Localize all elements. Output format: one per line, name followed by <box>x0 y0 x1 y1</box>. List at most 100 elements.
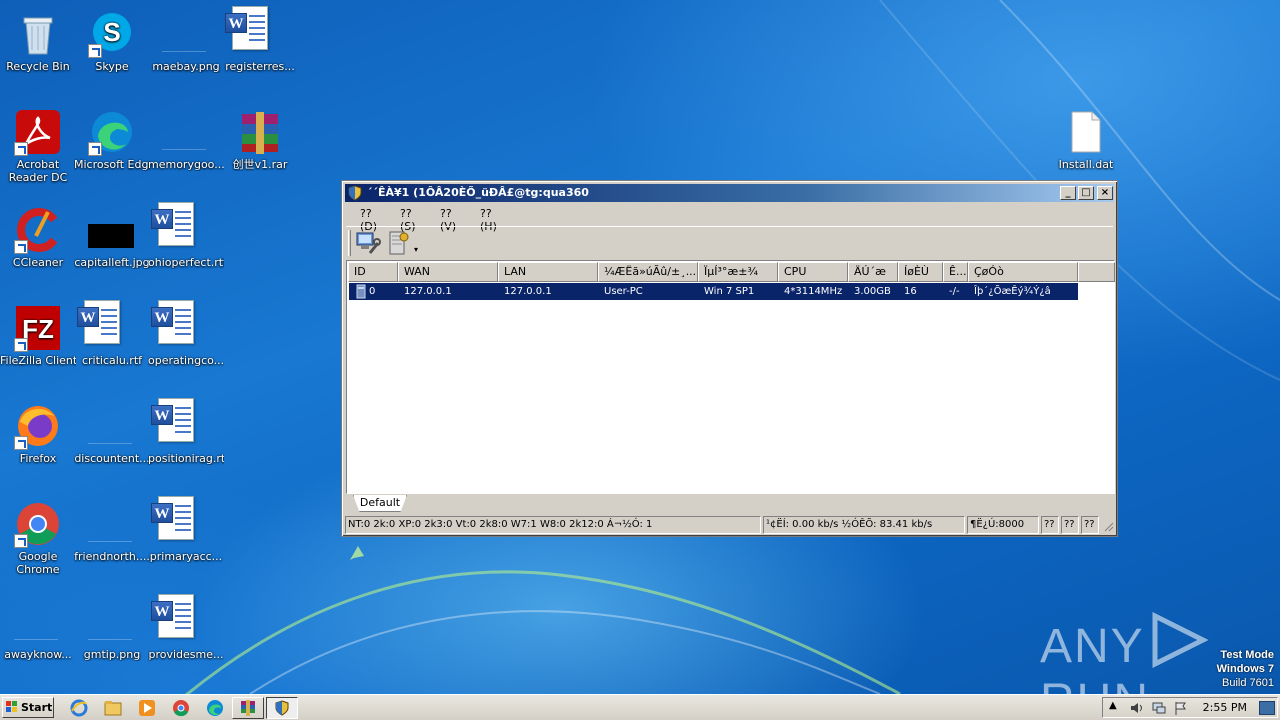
server-key-icon[interactable] <box>384 229 412 257</box>
desktop-icon-ccleaner[interactable]: CCleaner <box>0 200 76 284</box>
tab-default[interactable]: Default <box>353 495 407 512</box>
desktop-icon-awayknow[interactable]: awayknow... <box>0 592 76 676</box>
cell-memory: 3.00GB <box>854 286 891 297</box>
desktop-icon-label: capitalleft.jpg <box>74 256 150 269</box>
media-player-icon[interactable] <box>138 699 156 717</box>
desktop-icon-label: Skype <box>95 60 129 73</box>
recycle-bin-icon <box>23 17 53 55</box>
clock[interactable]: 2:55 PM <box>1203 701 1247 714</box>
word-document-icon: W <box>151 594 194 638</box>
minimize-button[interactable]: _ <box>1060 186 1076 200</box>
column-header-net[interactable]: ÍøÈÙ <box>898 262 943 282</box>
desktop-icon-discountent[interactable]: discountent... <box>74 396 150 480</box>
network-icon[interactable] <box>1151 700 1167 716</box>
desktop-icon-label: criticalu.rtf <box>81 354 143 367</box>
desktop-icon-firefox[interactable]: Firefox <box>0 396 76 480</box>
desktop-icon-positionirag[interactable]: W positionirag.rtf <box>148 396 224 480</box>
status-extra-2: ?? <box>1061 516 1079 534</box>
desktop-icon-skype[interactable]: S Skype <box>74 4 150 88</box>
desktop-icon-label: 创世v1.rar <box>232 158 288 171</box>
desktop-icon-label: CCleaner <box>12 256 64 269</box>
resize-grip-icon[interactable] <box>1102 520 1114 532</box>
start-button[interactable]: Start <box>2 697 54 718</box>
desktop-icon-providesme[interactable]: W providesme... <box>148 592 224 676</box>
maximize-button[interactable]: □ <box>1078 186 1094 200</box>
show-hidden-icons-icon[interactable]: ▲ <box>1109 700 1117 711</box>
desktop-icon-label: Google Chrome <box>16 550 60 576</box>
desktop-icon-criticalu[interactable]: W criticalu.rtf <box>74 298 150 382</box>
computer-settings-icon[interactable] <box>354 229 382 257</box>
word-document-icon: W <box>77 300 120 344</box>
image-thumbnail-icon <box>88 224 134 248</box>
desktop-icon-label: Firefox <box>19 452 57 465</box>
windows-version: Windows 7 <box>1216 663 1274 675</box>
desktop-icon-filezilla[interactable]: FZ FileZilla Client <box>0 298 76 382</box>
desktop-icon-primaryacc[interactable]: W primaryacc... <box>148 494 224 578</box>
svg-text:S: S <box>103 17 120 47</box>
dropdown-arrow-icon[interactable]: ▾ <box>414 245 418 254</box>
toolbar-grip[interactable] <box>348 230 351 256</box>
windows-logo-icon <box>6 701 17 712</box>
column-header-id[interactable]: ID <box>348 262 398 282</box>
desktop-icon-acrobat[interactable]: Acrobat Reader DC <box>0 102 76 186</box>
cell-id: 0 <box>369 286 376 297</box>
status-bar: NT:0 2k:0 XP:0 2k3:0 Vt:0 2k8:0 W7:1 W8:… <box>345 516 1114 534</box>
desktop-icon-recycle-bin[interactable]: Recycle Bin <box>0 4 76 88</box>
shortcut-arrow-icon <box>14 534 28 548</box>
desktop-icon-label: Install.dat <box>1058 158 1114 171</box>
desktop-icon-edge[interactable]: Microsoft Edge <box>74 102 150 186</box>
close-button[interactable]: × <box>1097 186 1113 200</box>
column-header-region[interactable]: ÇøÓò <box>968 262 1078 282</box>
desktop-icon-label: FileZilla Client <box>0 354 76 367</box>
image-file-icon <box>162 26 206 52</box>
desktop-icon-gmtip[interactable]: gmtip.png <box>74 592 150 676</box>
winrar-archive-icon <box>242 112 278 154</box>
taskbar-rat-window[interactable] <box>266 697 298 719</box>
word-document-icon: W <box>225 6 268 50</box>
file-explorer-icon[interactable] <box>104 699 122 717</box>
file-icon <box>14 614 58 640</box>
status-os-counts: NT:0 2k:0 XP:0 2k3:0 Vt:0 2k8:0 W7:1 W8:… <box>345 516 761 534</box>
desktop-icon-registerres[interactable]: W registerres... <box>222 4 298 88</box>
window-titlebar[interactable]: ´´ÊÀ¥1 (1ÔÂ20ÈÕ_üÐÂ£@tg:qua360 _ □ × <box>345 184 1114 202</box>
cell-cpu: 4*3114MHz <box>784 286 843 297</box>
desktop-icon-chrome[interactable]: Google Chrome <box>0 494 76 578</box>
desktop-icon-operatingco[interactable]: W operatingco... <box>148 298 224 382</box>
column-header-computer[interactable]: ¼ÆËã»úÃû/±¸... <box>598 262 698 282</box>
desktop-icon-label: Recycle Bin <box>6 60 70 73</box>
desktop-icon-label: operatingco... <box>148 354 224 367</box>
file-icon <box>162 124 206 150</box>
image-file-icon <box>88 614 132 640</box>
rat-control-window: ´´ÊÀ¥1 (1ÔÂ20ÈÕ_üÐÂ£@tg:qua360 _ □ × ??(… <box>341 180 1118 537</box>
column-header-filler <box>1078 262 1115 282</box>
table-row[interactable]: 0 127.0.0.1 127.0.0.1 User-PC Win 7 SP1 … <box>348 282 1079 301</box>
column-header-memory[interactable]: ÄÚ´æ <box>848 262 898 282</box>
column-header-os[interactable]: ÏµÍ³°æ±¾ <box>698 262 778 282</box>
word-document-icon: W <box>151 398 194 442</box>
column-header-cpu[interactable]: CPU <box>778 262 848 282</box>
action-center-flag-icon[interactable] <box>1173 700 1189 716</box>
system-tray: ▲ 2:55 PM <box>1102 697 1278 718</box>
internet-explorer-icon[interactable] <box>70 699 88 717</box>
column-header-lan[interactable]: LAN <box>498 262 598 282</box>
winrar-icon <box>241 700 255 716</box>
play-logo-icon <box>1152 611 1209 669</box>
chrome-taskbar-icon[interactable] <box>172 699 190 717</box>
desktop-icon-friendnorth[interactable]: friendnorth.... <box>74 494 150 578</box>
desktop-icon-rar[interactable]: 创世v1.rar <box>222 102 298 186</box>
edge-taskbar-icon[interactable] <box>206 699 224 717</box>
show-desktop-button[interactable] <box>1259 701 1275 715</box>
cell-region: Îþ´¿ÕæÊý¾Ý¿â <box>974 286 1051 297</box>
shield-app-icon <box>348 185 362 201</box>
column-header-cam[interactable]: Ê... <box>943 262 968 282</box>
desktop-icon-capitalleft[interactable]: capitalleft.jpg <box>74 200 150 284</box>
file-icon <box>88 516 132 542</box>
desktop-icon-ohioperfect[interactable]: W ohioperfect.rtf <box>148 200 224 284</box>
desktop-icon-label: discountent... <box>74 452 150 465</box>
desktop-icon-install-dat[interactable]: Install.dat <box>1048 102 1124 186</box>
desktop-icon-memorygoo[interactable]: memorygoo... <box>148 102 224 186</box>
desktop-icon-maebay[interactable]: maebay.png <box>148 4 224 88</box>
taskbar-winrar[interactable] <box>232 697 264 719</box>
volume-icon[interactable] <box>1129 700 1145 716</box>
column-header-wan[interactable]: WAN <box>398 262 498 282</box>
